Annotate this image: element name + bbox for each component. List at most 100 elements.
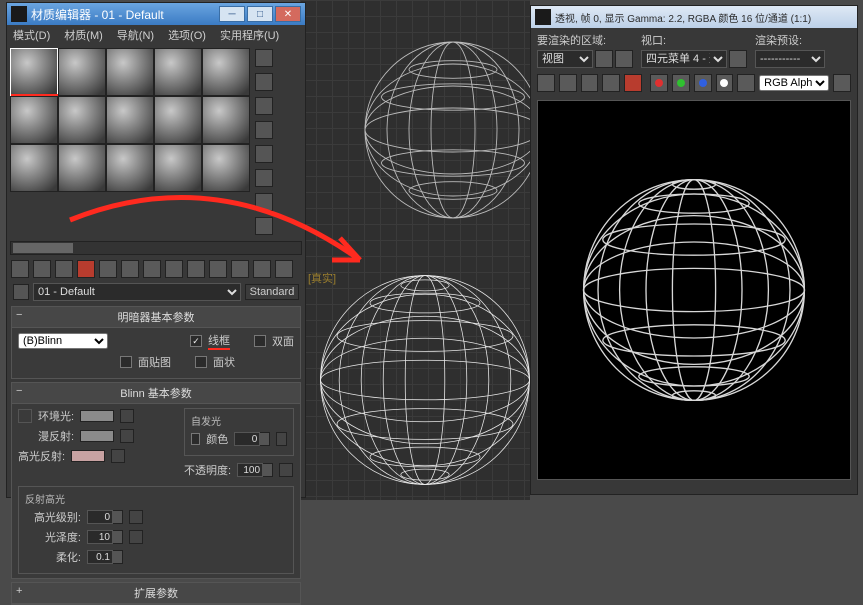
material-slot[interactable] xyxy=(58,48,106,96)
material-slot[interactable] xyxy=(202,144,250,192)
video-check-icon[interactable] xyxy=(255,145,273,163)
auto-region-icon[interactable] xyxy=(615,50,633,68)
selfillum-value-input[interactable] xyxy=(234,432,260,446)
selfillum-color-checkbox[interactable] xyxy=(191,433,200,445)
show-end-icon[interactable] xyxy=(209,260,227,278)
material-slot[interactable] xyxy=(58,96,106,144)
clear-icon[interactable] xyxy=(624,74,642,92)
put-to-scene-icon[interactable] xyxy=(33,260,51,278)
diffuse-swatch[interactable] xyxy=(80,430,114,442)
sample-type-icon[interactable] xyxy=(255,49,273,67)
make-unique-icon[interactable] xyxy=(121,260,139,278)
region-icon[interactable] xyxy=(595,50,613,68)
preset-select[interactable]: ----------- xyxy=(755,50,825,68)
specular-swatch[interactable] xyxy=(71,450,105,462)
spec-level-input[interactable] xyxy=(87,510,113,524)
channel-red-icon[interactable] xyxy=(650,74,668,92)
ambient-swatch[interactable] xyxy=(80,410,114,422)
close-button[interactable]: ✕ xyxy=(275,6,301,22)
material-slot[interactable] xyxy=(10,144,58,192)
menu-nav[interactable]: 导航(N) xyxy=(117,27,154,43)
soften-input[interactable] xyxy=(87,550,113,564)
get-material-icon[interactable] xyxy=(11,260,29,278)
save-image-icon[interactable] xyxy=(537,74,555,92)
material-type-button[interactable]: Standard xyxy=(245,284,299,300)
channel-select[interactable]: RGB Alpha xyxy=(759,75,829,91)
opacity-input[interactable] xyxy=(237,463,263,477)
rollup-header[interactable]: −明暗器基本参数 xyxy=(12,307,300,328)
diffuse-map-button[interactable] xyxy=(120,429,134,443)
eyedropper-icon[interactable] xyxy=(13,284,29,300)
viewport-select[interactable]: 四元菜单 4 - 透 xyxy=(641,50,727,68)
faceted-checkbox[interactable] xyxy=(195,356,207,368)
spinner-arrows[interactable] xyxy=(113,530,123,544)
scrollbar-thumb[interactable] xyxy=(13,243,73,253)
options-icon[interactable] xyxy=(255,193,273,211)
material-name-select[interactable]: 01 - Default xyxy=(33,283,241,301)
mat-editor-titlebar[interactable]: 材质编辑器 - 01 - Default ─ □ ✕ xyxy=(7,3,305,25)
channel-alpha-icon[interactable] xyxy=(716,74,734,92)
lock-ambient-icon[interactable] xyxy=(18,409,32,423)
render-titlebar[interactable]: 透视, 帧 0, 显示 Gamma: 2.2, RGBA 颜色 16 位/通道 … xyxy=(531,6,857,28)
opacity-map-button[interactable] xyxy=(279,463,293,477)
clone-fb-icon[interactable] xyxy=(581,74,599,92)
spinner-arrows[interactable] xyxy=(263,463,273,477)
render-output[interactable] xyxy=(537,100,851,480)
material-slot[interactable] xyxy=(154,96,202,144)
ambient-map-button[interactable] xyxy=(120,409,134,423)
select-by-mat-icon[interactable] xyxy=(255,217,273,235)
material-slot[interactable] xyxy=(154,48,202,96)
go-parent-icon[interactable] xyxy=(231,260,249,278)
spinner-arrows[interactable] xyxy=(113,550,123,564)
preview-icon[interactable] xyxy=(255,169,273,187)
material-slot[interactable] xyxy=(106,144,154,192)
menu-option[interactable]: 选项(O) xyxy=(168,27,206,43)
make-copy-icon[interactable] xyxy=(99,260,117,278)
copy-image-icon[interactable] xyxy=(559,74,577,92)
mono-icon[interactable] xyxy=(737,74,755,92)
channel-green-icon[interactable] xyxy=(672,74,690,92)
facemap-checkbox[interactable] xyxy=(120,356,132,368)
material-slot[interactable] xyxy=(154,144,202,192)
menu-util[interactable]: 实用程序(U) xyxy=(220,27,279,43)
gloss-map-button[interactable] xyxy=(129,530,143,544)
material-slot[interactable] xyxy=(10,96,58,144)
channel-blue-icon[interactable] xyxy=(694,74,712,92)
lock-viewport-icon[interactable] xyxy=(729,50,747,68)
sample-uv-icon[interactable] xyxy=(255,121,273,139)
material-slot[interactable] xyxy=(106,96,154,144)
material-slot[interactable] xyxy=(106,48,154,96)
menu-mode[interactable]: 模式(D) xyxy=(13,27,50,43)
minimize-button[interactable]: ─ xyxy=(219,6,245,22)
print-icon[interactable] xyxy=(602,74,620,92)
maximize-button[interactable]: □ xyxy=(247,6,273,22)
gloss-input[interactable] xyxy=(87,530,113,544)
selfillum-map-button[interactable] xyxy=(276,432,287,446)
rollup-header[interactable]: +扩展参数 xyxy=(12,583,300,604)
material-slot[interactable] xyxy=(10,48,58,96)
specular-map-button[interactable] xyxy=(111,449,125,463)
put-to-lib-icon[interactable] xyxy=(143,260,161,278)
two-sided-checkbox[interactable] xyxy=(254,335,266,347)
mat-id-icon[interactable] xyxy=(165,260,183,278)
pick-from-obj-icon[interactable] xyxy=(275,260,293,278)
spinner-arrows[interactable] xyxy=(113,510,123,524)
material-slot[interactable] xyxy=(202,48,250,96)
backlight-icon[interactable] xyxy=(255,73,273,91)
menu-material[interactable]: 材质(M) xyxy=(64,27,103,43)
rollup-header[interactable]: −Blinn 基本参数 xyxy=(12,383,300,404)
spinner-arrows[interactable] xyxy=(260,432,270,446)
material-slot[interactable] xyxy=(58,144,106,192)
assign-to-sel-icon[interactable] xyxy=(55,260,73,278)
show-map-icon[interactable] xyxy=(187,260,205,278)
material-slot[interactable] xyxy=(202,96,250,144)
spec-level-map-button[interactable] xyxy=(129,510,143,524)
wire-checkbox[interactable] xyxy=(190,335,202,347)
background-icon[interactable] xyxy=(255,97,273,115)
reset-map-icon[interactable] xyxy=(77,260,95,278)
shader-type-select[interactable]: (B)Blinn xyxy=(18,333,108,349)
area-select[interactable]: 视图 xyxy=(537,50,593,68)
go-forward-icon[interactable] xyxy=(253,260,271,278)
slot-scrollbar[interactable] xyxy=(10,241,302,255)
channel-dropdown-icon[interactable] xyxy=(833,74,851,92)
